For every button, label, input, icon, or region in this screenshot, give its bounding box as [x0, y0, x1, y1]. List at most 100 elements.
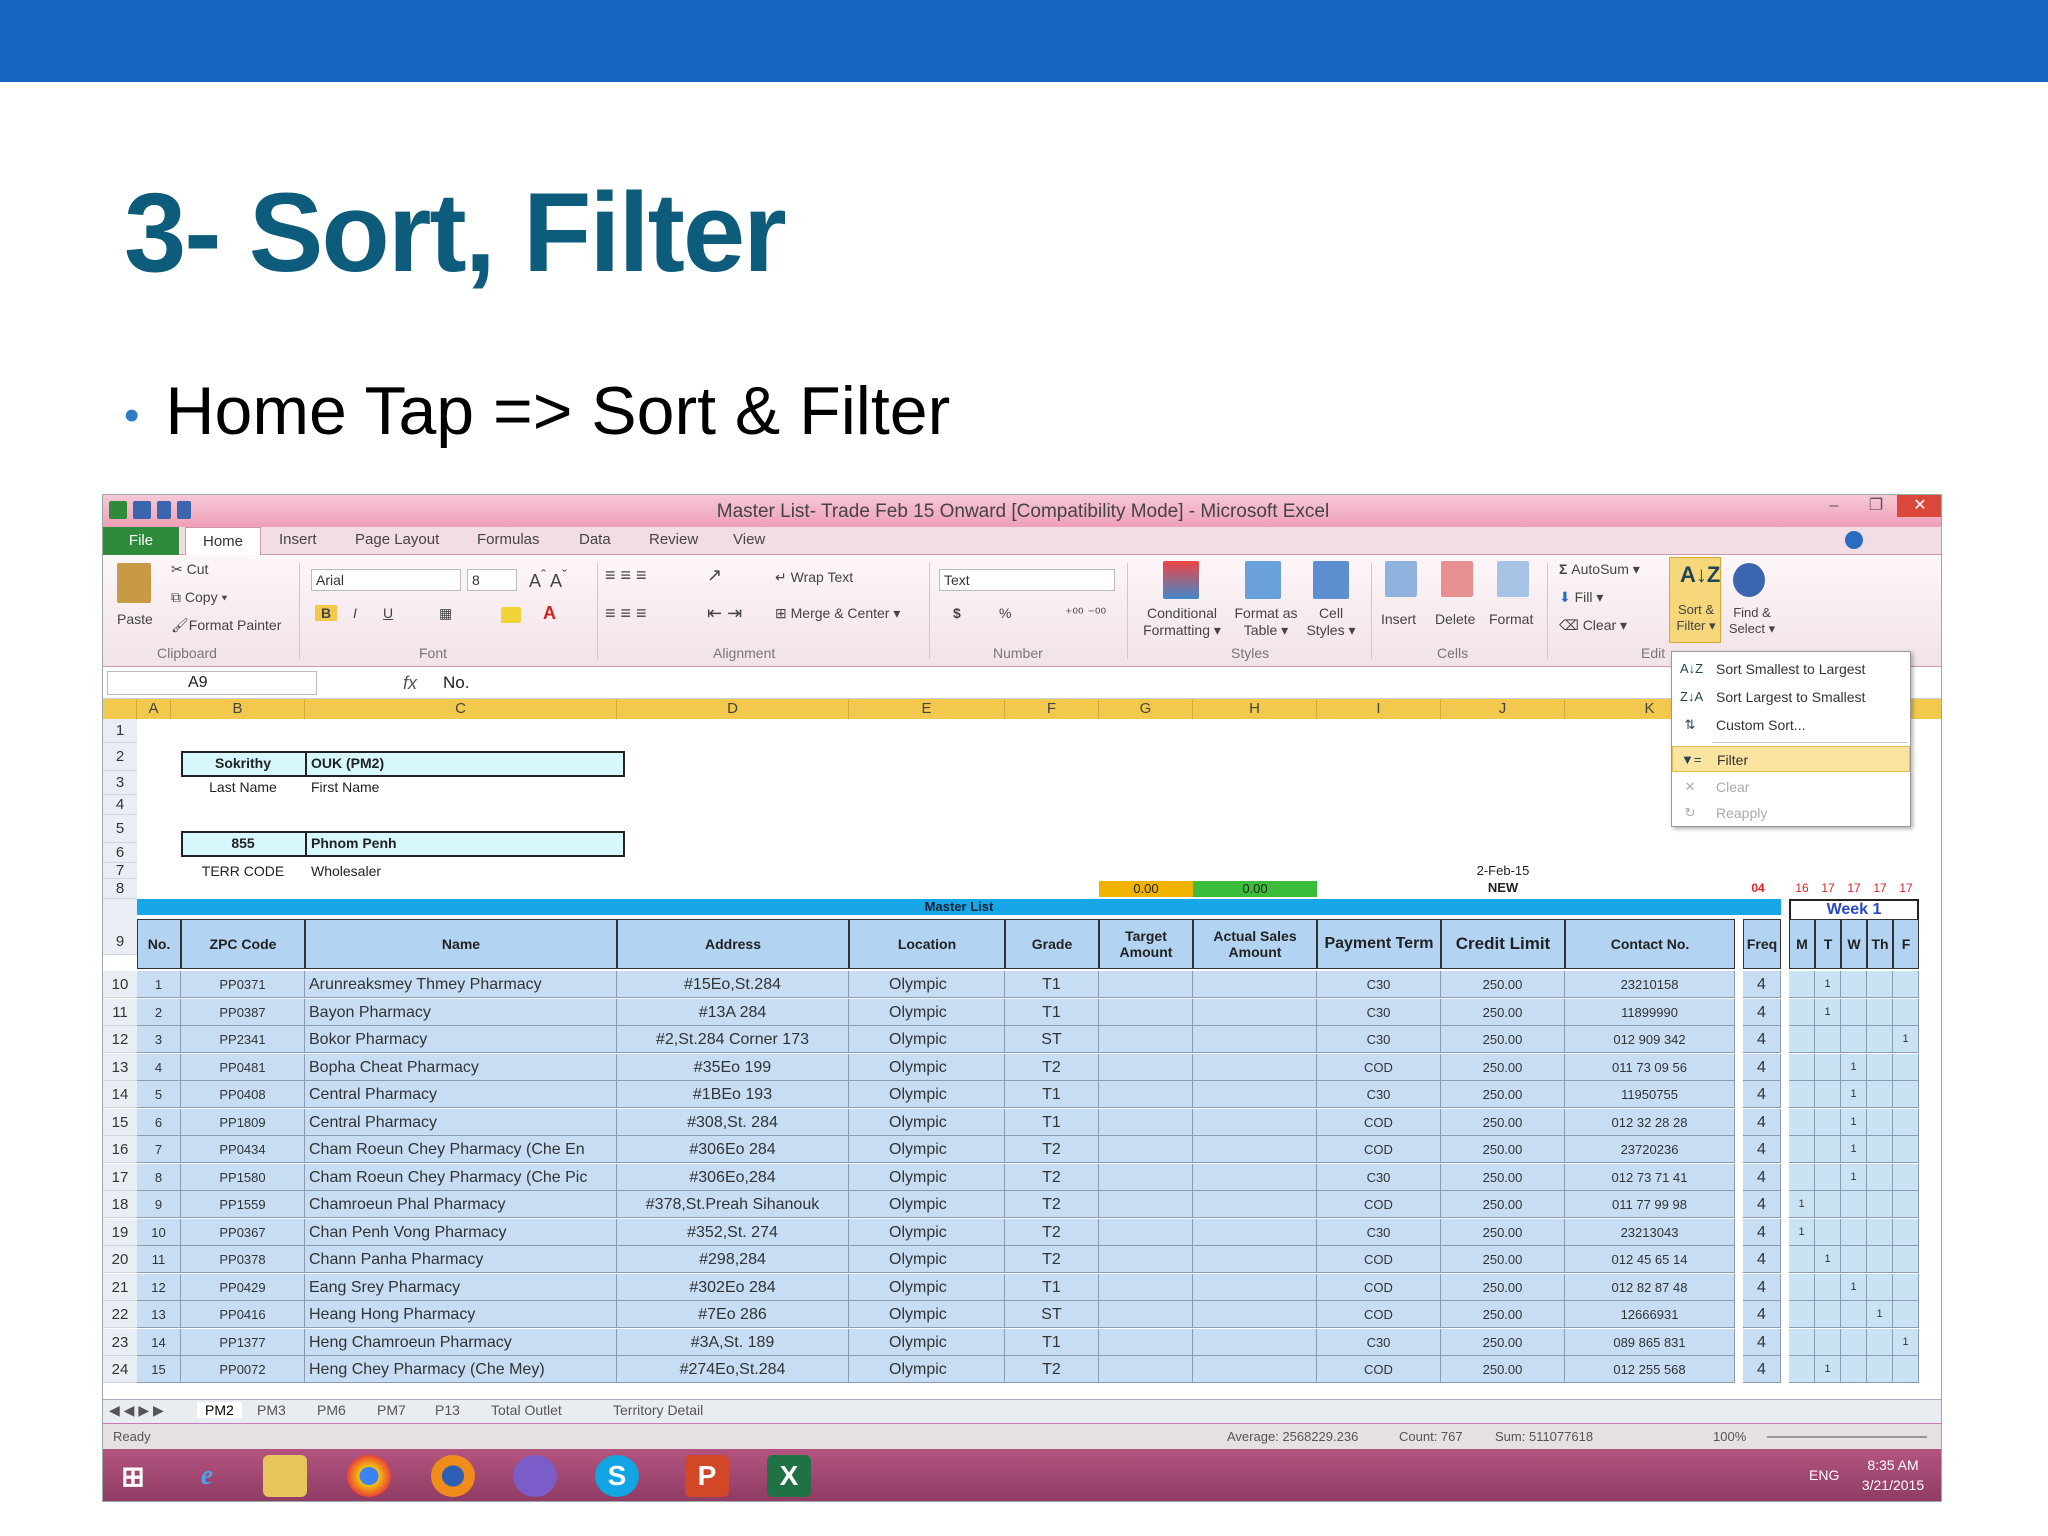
cell-f[interactable] [1893, 1219, 1919, 1246]
align-top-icon[interactable]: ≡ ≡ ≡ [605, 565, 647, 586]
borders-icon[interactable]: ▦ [439, 605, 452, 622]
fill-color-icon[interactable] [501, 607, 521, 623]
header-freq[interactable]: Freq [1743, 919, 1781, 969]
row-header[interactable]: 11 [103, 999, 137, 1026]
cell-m[interactable] [1789, 1054, 1815, 1081]
language-indicator[interactable]: ENG [1809, 1467, 1839, 1483]
cell-w[interactable] [1841, 1191, 1867, 1218]
cell-code[interactable]: PP0072 [181, 1356, 305, 1383]
cell-contact[interactable]: 012 82 87 48 [1565, 1274, 1735, 1301]
header-thu[interactable]: Th [1867, 919, 1893, 969]
cell-loc[interactable]: Olympic [849, 1109, 1005, 1136]
cell-grade[interactable]: T1 [1005, 1109, 1099, 1136]
cell-contact[interactable]: 012 45 65 14 [1565, 1246, 1735, 1273]
font-size-select[interactable]: 8 [467, 569, 517, 591]
cell-actual[interactable] [1193, 1164, 1317, 1191]
cell-target[interactable] [1099, 1246, 1193, 1273]
header-mon[interactable]: M [1789, 919, 1815, 969]
cell-name[interactable]: Heng Chey Pharmacy (Che Mey) [305, 1356, 617, 1383]
cell-m[interactable] [1789, 1164, 1815, 1191]
formula-input[interactable]: No. [443, 673, 469, 693]
cell-freq[interactable]: 4 [1743, 1301, 1781, 1328]
merge-center-button[interactable]: ⊞ Merge & Center ▾ [775, 605, 900, 622]
orientation-icon[interactable]: ↗ [707, 565, 722, 586]
cell-term[interactable]: COD [1317, 1109, 1441, 1136]
menu-item-sort-descending[interactable]: Z↓A Sort Largest to Smallest [1672, 684, 1910, 710]
cell-contact[interactable]: 11950755 [1565, 1081, 1735, 1108]
cell-loc[interactable]: Olympic [849, 1246, 1005, 1273]
cell-b2[interactable]: Sokrithy [183, 755, 303, 771]
cell-addr[interactable]: #378,St.Preah Sihanouk [617, 1191, 849, 1218]
cell-credit[interactable]: 250.00 [1441, 1329, 1565, 1356]
cell-loc[interactable]: Olympic [849, 1164, 1005, 1191]
cell-freq[interactable]: 4 [1743, 1164, 1781, 1191]
clock-date[interactable]: 3/21/2015 [1853, 1477, 1933, 1493]
cell-loc[interactable]: Olympic [849, 1081, 1005, 1108]
tab-view[interactable]: View [733, 531, 765, 548]
cell-grade[interactable]: T1 [1005, 1274, 1099, 1301]
cell-name[interactable]: Chann Panha Pharmacy [305, 1246, 617, 1273]
cell-b3[interactable]: Last Name [183, 779, 303, 795]
cell-loc[interactable]: Olympic [849, 999, 1005, 1026]
cell-no[interactable]: 7 [137, 1136, 181, 1163]
cell-code[interactable]: PP0387 [181, 999, 305, 1026]
cell-code[interactable]: PP0378 [181, 1246, 305, 1273]
header-actual-sales[interactable]: Actual Sales Amount [1193, 919, 1317, 969]
cell-t[interactable] [1815, 1274, 1841, 1301]
cell-grade[interactable]: T1 [1005, 971, 1099, 998]
cell-code[interactable]: PP1377 [181, 1329, 305, 1356]
cell-actual[interactable] [1193, 1301, 1317, 1328]
paste-icon[interactable] [117, 563, 151, 603]
cell-target[interactable] [1099, 1054, 1193, 1081]
cell-f[interactable] [1893, 1274, 1919, 1301]
skype-icon[interactable]: S [595, 1455, 639, 1497]
header-no[interactable]: No. [137, 919, 181, 969]
internet-explorer-icon[interactable]: e [185, 1455, 229, 1497]
column-header[interactable]: I [1317, 699, 1441, 719]
cell-m[interactable] [1789, 1026, 1815, 1053]
row-header[interactable]: 1 [103, 719, 137, 743]
row-header[interactable]: 6 [103, 843, 137, 863]
cell-name[interactable]: Central Pharmacy [305, 1081, 617, 1108]
cell-th[interactable] [1867, 1356, 1893, 1383]
cell-freq[interactable]: 4 [1743, 1356, 1781, 1383]
cell-th[interactable] [1867, 1329, 1893, 1356]
cell-name[interactable]: Chan Penh Vong Pharmacy [305, 1219, 617, 1246]
cell-grade[interactable]: T2 [1005, 1246, 1099, 1273]
cell-t[interactable] [1815, 1081, 1841, 1108]
cell-f[interactable] [1893, 1246, 1919, 1273]
cell-contact[interactable]: 23210158 [1565, 971, 1735, 998]
cell-freq[interactable]: 4 [1743, 1109, 1781, 1136]
cell-t[interactable] [1815, 1219, 1841, 1246]
cell-actual[interactable] [1193, 1026, 1317, 1053]
tab-home[interactable]: Home [185, 527, 261, 555]
cell-addr[interactable]: #306Eo 284 [617, 1136, 849, 1163]
cell-credit[interactable]: 250.00 [1441, 1109, 1565, 1136]
cell-t[interactable]: 1 [1815, 1246, 1841, 1273]
column-header[interactable]: A [137, 699, 171, 719]
sheet-tab-pm6[interactable]: PM6 [317, 1402, 346, 1418]
powerpoint-icon[interactable]: P [685, 1455, 729, 1497]
cell-name[interactable]: Heng Chamroeun Pharmacy [305, 1329, 617, 1356]
cell-t[interactable] [1815, 1301, 1841, 1328]
row-header[interactable]: 20 [103, 1246, 137, 1273]
cell-freq[interactable]: 4 [1743, 1191, 1781, 1218]
cell-th[interactable] [1867, 999, 1893, 1026]
cell-freq[interactable]: 4 [1743, 1219, 1781, 1246]
cell-loc[interactable]: Olympic [849, 1054, 1005, 1081]
cell-t[interactable] [1815, 1329, 1841, 1356]
cell-c5[interactable]: Phnom Penh [311, 835, 611, 851]
cell-f[interactable] [1893, 971, 1919, 998]
cell-f[interactable] [1893, 999, 1919, 1026]
cell-f[interactable] [1893, 1191, 1919, 1218]
cell-contact[interactable]: 012 255 568 [1565, 1356, 1735, 1383]
cell-actual[interactable] [1193, 1356, 1317, 1383]
row-header[interactable]: 24 [103, 1356, 137, 1383]
row-header[interactable]: 8 [103, 879, 137, 899]
cell-credit[interactable]: 250.00 [1441, 999, 1565, 1026]
cell-f[interactable] [1893, 1301, 1919, 1328]
cell-f[interactable]: 1 [1893, 1026, 1919, 1053]
cell-no[interactable]: 6 [137, 1109, 181, 1136]
cell-grade[interactable]: T2 [1005, 1219, 1099, 1246]
cell-freq[interactable]: 4 [1743, 1026, 1781, 1053]
